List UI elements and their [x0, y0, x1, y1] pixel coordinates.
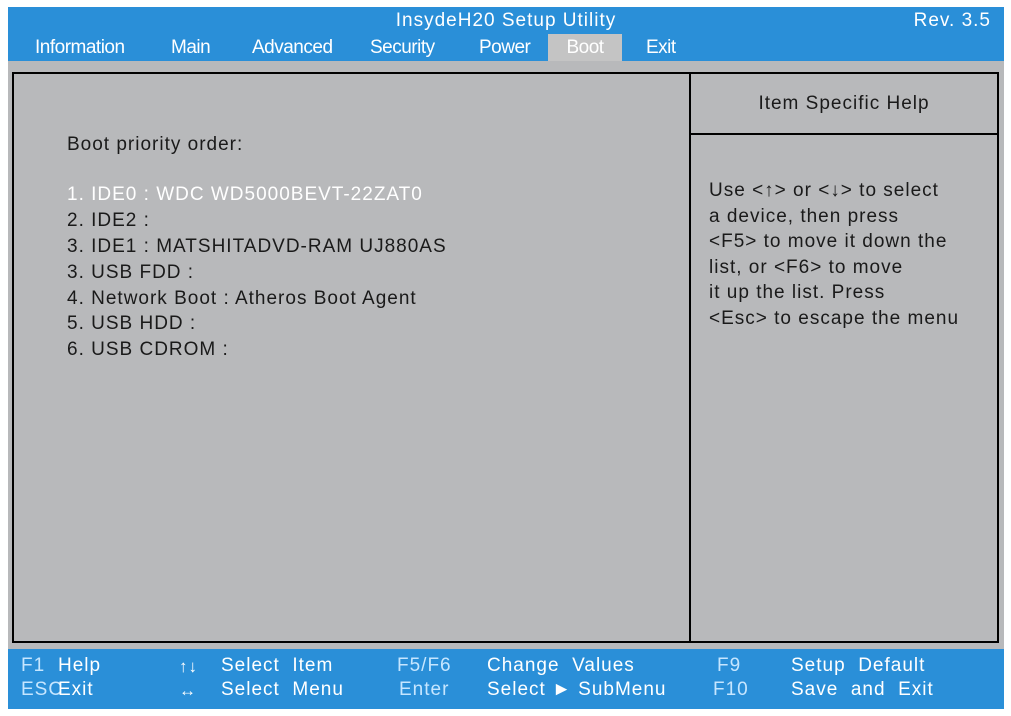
tab-information[interactable]: Information	[35, 34, 125, 61]
key-esc-desc: Exit	[58, 679, 94, 700]
tab-advanced[interactable]: Advanced	[252, 34, 333, 61]
boot-item-usb-fdd[interactable]: 3. USB FDD :	[67, 262, 447, 288]
key-f1: F1	[21, 655, 46, 676]
key-f10-desc: Save and Exit	[791, 679, 934, 700]
key-f5f6-desc: Change Values	[487, 655, 635, 676]
boot-item-ide0[interactable]: 1. IDE0 : WDC WD5000BEVT-22ZAT0	[67, 184, 447, 210]
help-line: it up the list. Press	[709, 282, 886, 303]
key-updown-desc: Select Item	[221, 655, 334, 676]
boot-item-ide2[interactable]: 2. IDE2 :	[67, 210, 447, 236]
tab-main[interactable]: Main	[171, 34, 211, 61]
help-line: Use <↑> or <↓> to select	[709, 180, 939, 201]
help-divider	[691, 133, 997, 135]
title-bar: InsydeH20 Setup Utility Rev. 3.5	[8, 7, 1004, 34]
boot-priority-list: 1. IDE0 : WDC WD5000BEVT-22ZAT0 2. IDE2 …	[67, 184, 447, 365]
tab-boot[interactable]: Boot	[548, 34, 622, 61]
key-esc: ESC	[21, 679, 64, 700]
key-f9: F9	[717, 655, 742, 676]
key-enter: Enter	[399, 679, 450, 700]
content-frame: Boot priority order: 1. IDE0 : WDC WD500…	[12, 72, 999, 643]
boot-item-usb-hdd[interactable]: 5. USB HDD :	[67, 313, 447, 339]
tab-exit[interactable]: Exit	[646, 34, 676, 61]
help-panel-title: Item Specific Help	[758, 93, 930, 114]
key-f10: F10	[713, 679, 749, 700]
up-down-arrows-icon: ↑↓	[179, 657, 198, 676]
main-panel: Boot priority order: 1. IDE0 : WDC WD500…	[8, 61, 1004, 649]
boot-priority-heading: Boot priority order:	[67, 134, 244, 155]
boot-item-usb-cdrom[interactable]: 6. USB CDROM :	[67, 339, 447, 365]
boot-item-ide1[interactable]: 3. IDE1 : MATSHITADVD-RAM UJ880AS	[67, 236, 447, 262]
help-line: <Esc> to escape the menu	[709, 307, 960, 329]
boot-item-network-boot[interactable]: 4. Network Boot : Atheros Boot Agent	[67, 288, 447, 314]
key-leftright-desc: Select Menu	[221, 679, 344, 700]
help-line: list, or <F6> to move	[709, 256, 904, 278]
app-title: InsydeH20 Setup Utility	[395, 10, 617, 31]
vertical-divider	[689, 74, 691, 641]
key-legend-bar: F1 Help ↑↓ Select Item F5/F6 Change Valu…	[8, 649, 1004, 709]
help-line: a device, then press	[709, 205, 900, 227]
help-line: <F5> to move it down the	[709, 231, 948, 252]
bios-screen: InsydeH20 Setup Utility Rev. 3.5 Informa…	[0, 0, 1011, 716]
left-right-arrow-icon: ↔	[179, 681, 197, 700]
help-panel-text: Use <↑> or <↓> to select a device, then …	[709, 178, 999, 331]
key-f1-desc: Help	[58, 655, 102, 676]
key-f9-desc: Setup Default	[791, 655, 926, 676]
tab-power[interactable]: Power	[479, 34, 531, 61]
key-enter-desc: Select ► SubMenu	[487, 679, 667, 700]
revision-label: Rev. 3.5	[913, 10, 991, 31]
key-f5f6: F5/F6	[397, 655, 452, 676]
tab-security[interactable]: Security	[370, 34, 435, 61]
menu-bar: Information Main Advanced Security Power…	[8, 34, 1004, 61]
